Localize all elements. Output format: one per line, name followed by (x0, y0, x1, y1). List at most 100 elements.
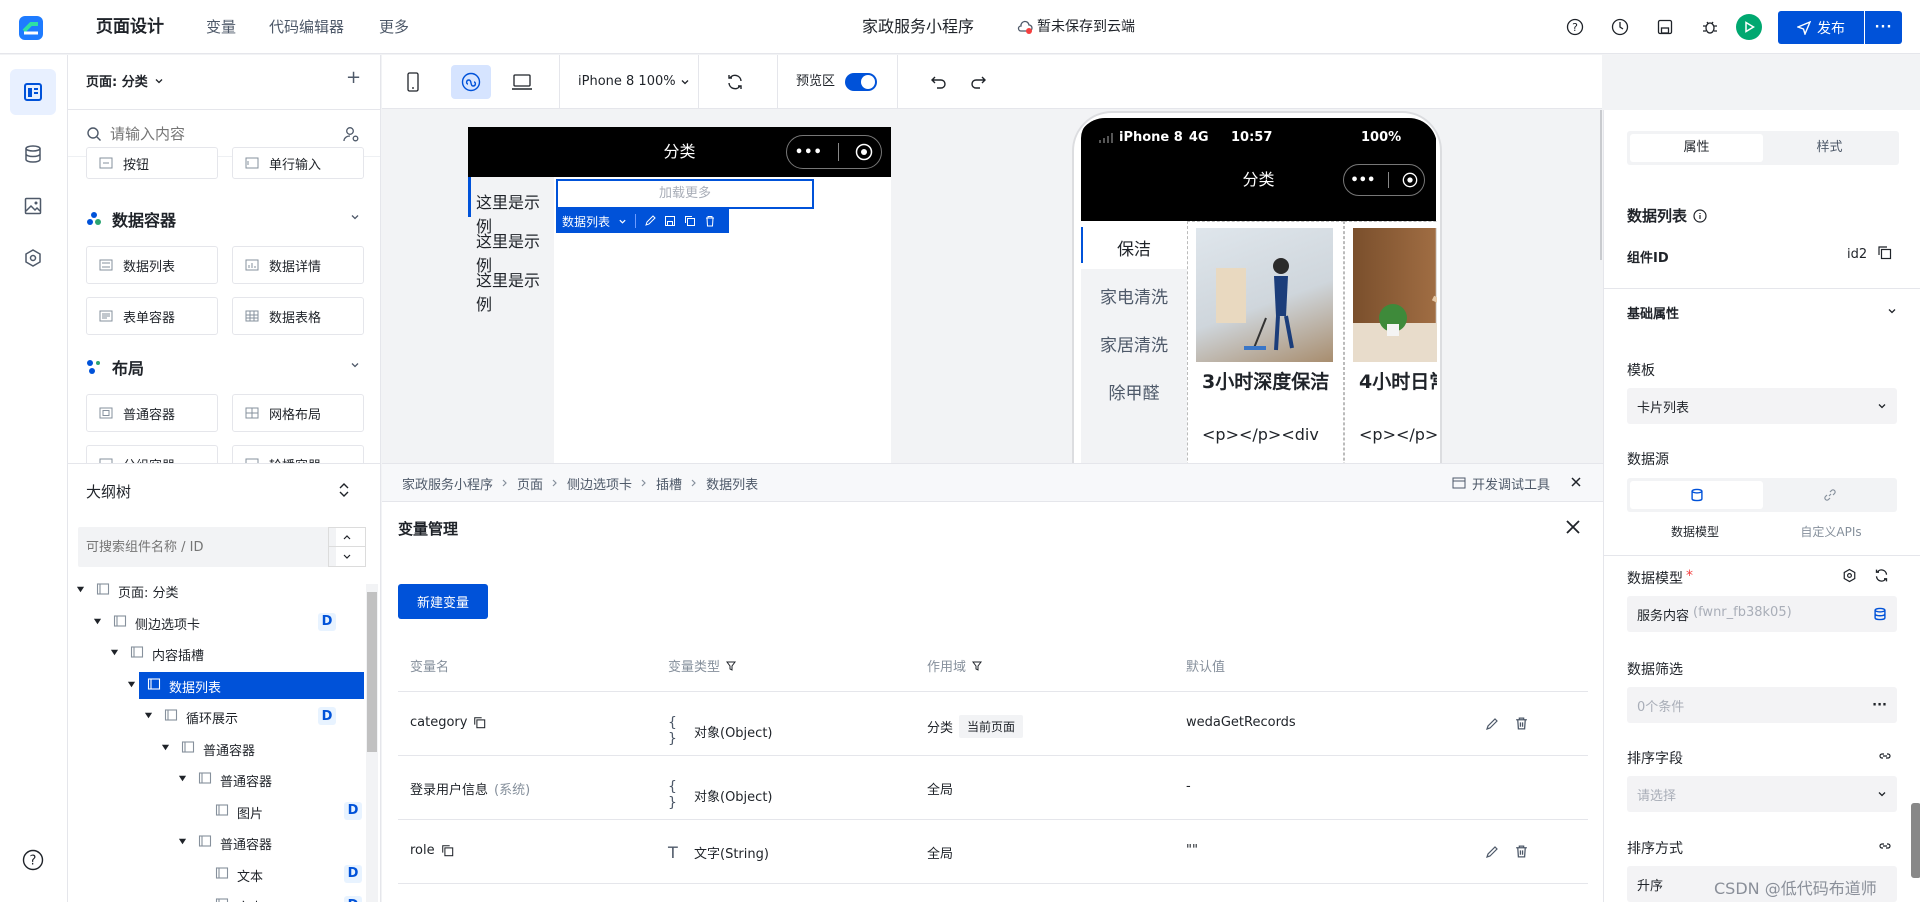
caret-down-icon[interactable] (127, 680, 137, 690)
outline-node[interactable]: 文本 D (68, 889, 364, 902)
filter-icon[interactable] (972, 661, 983, 671)
settings-icon[interactable] (1842, 568, 1857, 583)
outline-node[interactable]: 循环展示 D (68, 700, 364, 731)
run-preview-icon[interactable] (1736, 14, 1762, 40)
caret-down-icon[interactable] (93, 617, 103, 627)
user-manage-icon[interactable] (342, 125, 360, 143)
component-carousel[interactable]: 轮播容器 (232, 445, 364, 463)
breadcrumb-item[interactable]: 插槽 (656, 474, 682, 493)
outline-node[interactable]: 普通容器 (68, 732, 364, 763)
template-select[interactable]: 卡片列表 (1627, 388, 1897, 424)
history-icon[interactable] (1609, 16, 1631, 38)
component-grid-layout[interactable]: 网格布局 (232, 394, 364, 432)
database-icon[interactable] (10, 131, 56, 177)
redo-icon[interactable] (967, 71, 989, 93)
more-dots-icon[interactable]: ··· (1872, 698, 1887, 713)
nav-variables[interactable]: 变量 (206, 0, 236, 54)
caret-down-icon[interactable] (76, 585, 86, 595)
component-text-input[interactable]: 单行输入 (232, 147, 364, 179)
delete-icon[interactable] (1514, 716, 1529, 731)
tab-style[interactable]: 样式 (1763, 134, 1896, 162)
filter-icon[interactable] (726, 661, 737, 671)
delete-icon[interactable] (1514, 844, 1529, 859)
outline-scrollbar[interactable] (366, 584, 378, 902)
caret-down-icon[interactable] (110, 648, 120, 658)
outline-node[interactable]: 文本 D (68, 858, 364, 889)
selection-label[interactable]: 数据列表 (562, 213, 610, 230)
nav-page-design[interactable]: 页面设计 (96, 0, 164, 54)
publish-more-button[interactable]: ··· (1865, 11, 1902, 44)
preview-tab[interactable]: 家居清洗 (1081, 331, 1187, 356)
image-icon[interactable] (10, 183, 56, 229)
preview-toggle[interactable] (845, 73, 877, 91)
database-icon[interactable] (1630, 481, 1763, 509)
mobile-icon[interactable] (402, 71, 424, 93)
model-select[interactable]: 服务内容 (fwnr_fb38k05) (1627, 596, 1897, 632)
component-data-list[interactable]: 数据列表 (86, 246, 218, 284)
tab-properties[interactable]: 属性 (1630, 134, 1763, 162)
outline-node[interactable]: 内容插槽 (68, 637, 364, 668)
chevron-down-icon[interactable] (328, 547, 366, 567)
copy-icon[interactable] (473, 716, 486, 729)
outline-node[interactable]: 页面: 分类 (68, 574, 364, 605)
volume-slider[interactable] (1911, 803, 1920, 878)
page-design-icon[interactable] (10, 69, 56, 115)
chevron-down-icon[interactable] (618, 217, 627, 226)
outline-node[interactable]: 图片 D (68, 795, 364, 826)
settings-icon[interactable] (10, 235, 56, 281)
breadcrumb-item[interactable]: 数据列表 (706, 474, 758, 493)
breadcrumb-item[interactable]: 家政服务小程序 (402, 474, 493, 493)
component-data-detail[interactable]: 数据详情 (232, 246, 364, 284)
devtools-button[interactable]: 开发调试工具 (1452, 464, 1550, 502)
component-button[interactable]: 按钮 (86, 147, 218, 179)
outline-node[interactable]: 普通容器 (68, 763, 364, 794)
copy-icon[interactable] (684, 215, 696, 227)
miniprogram-icon[interactable] (451, 65, 491, 99)
filter-field[interactable]: 0个条件 ··· (1627, 687, 1897, 723)
close-icon[interactable] (1565, 519, 1581, 535)
canvas-scrollbar[interactable] (1600, 110, 1602, 260)
section-basic[interactable]: 基础属性 (1627, 303, 1679, 322)
side-tab[interactable]: 这里是示例 (476, 267, 554, 315)
component-group-container[interactable]: 分组容器 (86, 445, 218, 463)
outline-node[interactable]: 数据列表 (68, 669, 364, 700)
preview-tab[interactable]: 家电清洗 (1081, 283, 1187, 308)
service-card[interactable]: 4小时日常保洁 <p></p><div (1344, 221, 1437, 463)
debug-icon[interactable] (1699, 16, 1721, 38)
link-api-icon[interactable] (1763, 481, 1896, 509)
collapse-toggle-icon[interactable] (338, 482, 350, 498)
link-icon[interactable] (1878, 840, 1892, 852)
table-row[interactable]: role T 文字(String) 全局 "" (382, 820, 1603, 884)
preview-tab[interactable]: 保洁 (1081, 235, 1187, 260)
component-data-table[interactable]: 数据表格 (232, 297, 364, 335)
caret-down-icon[interactable] (178, 837, 188, 847)
undo-icon[interactable] (928, 71, 950, 93)
publish-button[interactable]: 发布 (1778, 11, 1864, 44)
chevron-up-icon[interactable] (328, 527, 366, 547)
refresh-icon[interactable] (1874, 568, 1889, 583)
edit-icon[interactable] (644, 215, 656, 227)
component-form-container[interactable]: 表单容器 (86, 297, 218, 335)
copy-icon[interactable] (441, 844, 454, 857)
datasource-model[interactable]: 数据模型 (1627, 523, 1763, 540)
close-icon[interactable] (1570, 476, 1582, 488)
component-container[interactable]: 普通容器 (86, 394, 218, 432)
desktop-icon[interactable] (509, 71, 535, 93)
copy-icon[interactable] (1877, 245, 1892, 260)
info-icon[interactable] (1693, 208, 1707, 223)
device-selector[interactable]: iPhone 8 100% (578, 55, 690, 109)
group-data-container[interactable]: 数据容器 (86, 207, 176, 231)
save-icon[interactable] (664, 215, 676, 227)
help-icon[interactable]: ? (1564, 16, 1586, 38)
breadcrumb-item[interactable]: 页面 (517, 474, 543, 493)
link-icon[interactable] (1878, 750, 1892, 762)
outline-node[interactable]: 侧边选项卡 D (68, 606, 364, 637)
chevron-down-icon[interactable] (350, 360, 360, 370)
outline-search-input[interactable] (78, 527, 318, 567)
capsule-menu[interactable]: ••• (786, 135, 882, 169)
new-variable-button[interactable]: 新建变量 (398, 584, 488, 619)
outline-node[interactable]: 普通容器 (68, 826, 364, 857)
chevron-down-icon[interactable] (350, 212, 360, 222)
service-card[interactable]: 3小时深度保洁 <p></p><div (1187, 221, 1344, 463)
table-row[interactable]: 登录用户信息 (系统) { } 对象(Object) 全局 - (382, 756, 1603, 820)
